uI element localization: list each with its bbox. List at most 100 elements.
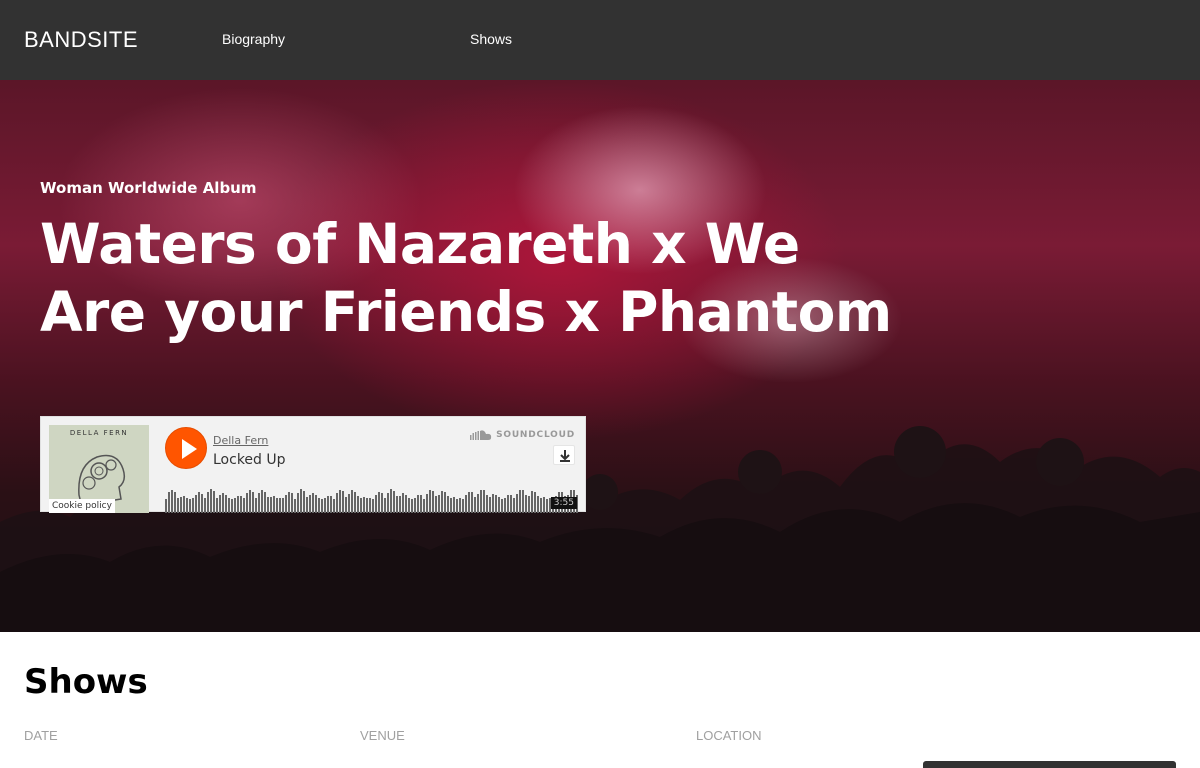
waveform-bar (267, 497, 269, 513)
soundcloud-logo[interactable]: SOUNDCLOUD (470, 428, 575, 442)
nav-link-shows[interactable]: Shows (470, 29, 512, 49)
waveform-bar (237, 496, 239, 513)
waveform-bar (312, 493, 314, 513)
column-header-date: DATE (24, 728, 58, 743)
waveform-bar (261, 490, 263, 513)
waveform-bar (231, 499, 233, 513)
waveform-bar (378, 492, 380, 513)
waveform-bar (273, 496, 275, 513)
waveform-bar (531, 491, 533, 513)
waveform-bar (516, 494, 518, 513)
waveform-bar (186, 498, 188, 513)
track-title[interactable]: Locked Up (213, 451, 286, 469)
download-button[interactable] (553, 445, 575, 465)
waveform-bar (255, 498, 257, 513)
download-icon (560, 450, 570, 462)
waveform-bar (486, 495, 488, 513)
waveform-bar (165, 499, 167, 513)
waveform-bar (216, 498, 218, 513)
waveform-bar (252, 492, 254, 513)
waveform-bar (198, 492, 200, 513)
hero-banner: Woman Worldwide Album Waters of Nazareth… (0, 80, 1200, 632)
waveform-bar (192, 498, 194, 513)
waveform-bar (471, 492, 473, 513)
waveform-bar (285, 495, 287, 513)
waveform-bar (321, 499, 323, 513)
waveform-bar (468, 492, 470, 513)
waveform-bar (450, 498, 452, 513)
cookie-policy-link[interactable]: Cookie policy (49, 499, 115, 513)
soundcloud-brand-text: SOUNDCLOUD (496, 430, 575, 440)
waveform-bar (195, 495, 197, 513)
waveform-bar (249, 490, 251, 513)
waveform-bar (444, 492, 446, 513)
waveform-bar (441, 491, 443, 513)
waveform-bar (402, 493, 404, 513)
waveform-bar (201, 494, 203, 513)
waveform-bar (543, 497, 545, 513)
waveform-bar (513, 498, 515, 513)
waveform-bar (282, 498, 284, 513)
waveform-bar (177, 498, 179, 513)
track-duration: 3:55 (550, 497, 577, 509)
waveform-bar (432, 491, 434, 513)
waveform-bar (336, 493, 338, 513)
album-artwork[interactable]: DELLA FERN Cookie policy (49, 425, 149, 513)
waveform-bar (384, 498, 386, 513)
waveform-bar (180, 497, 182, 513)
waveform-bar (339, 490, 341, 513)
waveform-bar (357, 496, 359, 513)
waveform-bar (300, 489, 302, 513)
nav-link-biography[interactable]: Biography (222, 29, 285, 49)
waveform-bar (294, 499, 296, 513)
waveform-bar (390, 489, 392, 513)
buy-tickets-button[interactable] (923, 761, 1176, 768)
waveform-bar (243, 498, 245, 513)
waveform-bar (459, 498, 461, 513)
waveform-bar (279, 498, 281, 513)
waveform-bar (417, 495, 419, 513)
waveform-bar (354, 492, 356, 513)
waveform-bar (168, 492, 170, 513)
waveform-bar (276, 498, 278, 513)
waveform-bar (330, 496, 332, 513)
waveform-bar (495, 495, 497, 513)
waveform-bar (204, 498, 206, 513)
waveform-bar (189, 499, 191, 513)
top-navigation: BANDSITE Biography Shows (0, 0, 1200, 80)
waveform-bar (375, 495, 377, 513)
play-icon (182, 439, 197, 459)
waveform-bar (534, 492, 536, 513)
waveform-bar (207, 492, 209, 513)
waveform-bar (453, 497, 455, 513)
waveform-bar (219, 495, 221, 513)
waveform-bar (489, 497, 491, 513)
waveform-bar (504, 498, 506, 513)
waveform-bar (381, 493, 383, 513)
waveform-bar (540, 498, 542, 513)
waveform-bar (342, 491, 344, 513)
waveform-bar (210, 489, 212, 513)
column-header-location: LOCATION (696, 728, 762, 743)
soundcloud-player: DELLA FERN Cookie policy Della Fern Lock… (40, 416, 586, 513)
waveform-bar (498, 497, 500, 513)
play-button[interactable] (165, 427, 207, 469)
waveform-bar (297, 493, 299, 513)
waveform-bar (405, 495, 407, 513)
waveform-bar (411, 499, 413, 513)
waveform-bar (270, 497, 272, 513)
waveform-bar (477, 494, 479, 513)
site-logo[interactable]: BANDSITE (24, 27, 138, 53)
waveform-bar (228, 498, 230, 513)
waveform-bar (318, 498, 320, 513)
waveform-bar (420, 495, 422, 513)
waveform-bar (345, 497, 347, 513)
waveform[interactable] (165, 479, 579, 513)
waveform-bar (351, 490, 353, 513)
waveform-bar (465, 495, 467, 513)
track-artist-link[interactable]: Della Fern (213, 434, 268, 448)
waveform-bar (399, 496, 401, 513)
waveform-bar (435, 496, 437, 513)
waveform-bar (303, 491, 305, 513)
waveform-bar (519, 490, 521, 513)
